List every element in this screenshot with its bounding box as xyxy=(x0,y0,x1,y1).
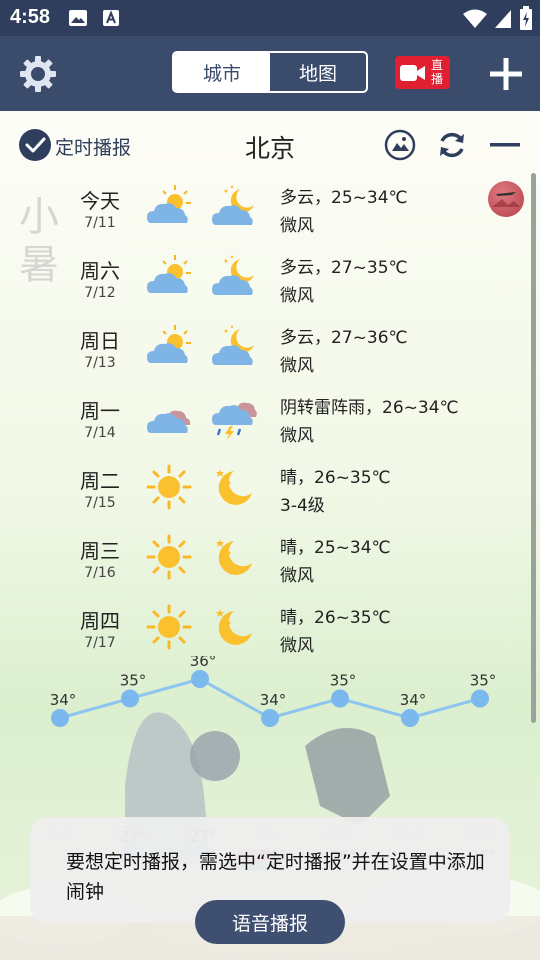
view-segmented-control: 城市 地图 xyxy=(172,51,368,93)
temp-point xyxy=(51,709,69,727)
forecast-row[interactable]: 周三 7/16 晴，25~34℃ 微风 xyxy=(0,531,540,601)
toast-text: 要想定时播报，需选中“定时播报”并在设置中添加闹钟 xyxy=(66,851,485,903)
day-name: 周一 xyxy=(80,399,120,423)
forecast-desc: 晴，25~34℃ xyxy=(280,538,391,558)
voice-broadcast-button[interactable]: 语音播报 xyxy=(195,900,345,944)
day-name: 周日 xyxy=(80,329,120,353)
temp-label: 36° xyxy=(190,656,217,670)
temp-point xyxy=(401,709,419,727)
forecast-wind: 微风 xyxy=(280,426,314,446)
live-label: 直播 xyxy=(430,58,443,86)
forecast-wind: 微风 xyxy=(280,636,314,656)
forecast-desc: 晴，26~35℃ xyxy=(280,608,391,628)
day-date: 7/13 xyxy=(84,355,116,371)
refresh-icon[interactable] xyxy=(436,129,468,161)
top-toolbar: 城市 地图 直播 xyxy=(0,36,540,111)
sunny-icon xyxy=(146,604,192,650)
day-date: 7/15 xyxy=(84,495,116,511)
status-time: 4:58 xyxy=(10,6,51,28)
status-bar: 4:58 xyxy=(0,0,540,36)
cloudy-night-icon xyxy=(212,325,254,365)
day-name: 今天 xyxy=(80,189,120,213)
cloudy-night-icon xyxy=(212,255,254,295)
clear-night-icon xyxy=(216,539,252,575)
forecast-row[interactable]: 周六 7/12 多云，27~35℃ 微风 xyxy=(0,251,540,321)
forecast-desc: 多云，27~35℃ xyxy=(280,258,408,278)
overcast-icon xyxy=(147,410,191,433)
forecast-desc: 晴，26~35℃ xyxy=(280,468,391,488)
forecast-wind: 微风 xyxy=(280,356,314,376)
temp-point xyxy=(121,689,139,708)
tab-map[interactable]: 地图 xyxy=(270,53,366,91)
temp-label: 34° xyxy=(400,691,427,709)
clear-night-icon xyxy=(216,469,252,505)
day-date: 7/14 xyxy=(84,425,116,441)
day-date: 7/16 xyxy=(84,565,116,581)
temp-point xyxy=(471,689,489,708)
signal-icon xyxy=(495,10,511,28)
temp-point xyxy=(261,709,279,727)
forecast-row[interactable]: 周日 7/13 多云，27~36℃ 微风 xyxy=(0,321,540,391)
sunny-icon xyxy=(146,464,192,510)
wifi-icon xyxy=(463,9,487,28)
forecast-wind: 微风 xyxy=(280,286,314,306)
temp-label: 34° xyxy=(260,691,287,709)
day-name: 周二 xyxy=(80,469,120,493)
city-header: 定时播报 北京 xyxy=(0,111,540,179)
temp-label: 34° xyxy=(50,691,77,709)
battery-icon xyxy=(520,6,532,30)
tab-city[interactable]: 城市 xyxy=(174,53,270,91)
day-date: 7/12 xyxy=(84,285,116,301)
live-stream-button[interactable]: 直播 xyxy=(395,56,450,89)
day-name: 周六 xyxy=(80,259,120,283)
day-date: 7/11 xyxy=(84,215,116,231)
remove-city-minus-icon[interactable] xyxy=(489,129,521,161)
partly-cloudy-icon xyxy=(147,185,191,223)
sunny-icon xyxy=(146,534,192,580)
forecast-desc: 阴转雷阵雨，26~34℃ xyxy=(280,398,459,418)
forecast-row[interactable]: 今天 7/11 多云，25~34℃ 微风 xyxy=(0,181,540,251)
add-city-plus-icon[interactable] xyxy=(488,56,524,92)
temp-point xyxy=(331,689,349,708)
forecast-desc: 多云，27~36℃ xyxy=(280,328,408,348)
forecast-wind: 微风 xyxy=(280,566,314,586)
day-name: 周三 xyxy=(80,539,120,563)
settings-gear-icon[interactable] xyxy=(18,54,58,94)
thunderstorm-icon xyxy=(212,402,257,440)
forecast-desc: 多云，25~34℃ xyxy=(280,188,408,208)
cloudy-night-icon xyxy=(212,185,254,225)
clear-night-icon xyxy=(216,609,252,645)
text-notification-icon xyxy=(103,10,119,26)
weather-content: 定时播报 北京 小暑 今天 7/11 多云，25~34℃ 微风 周六 7/12 … xyxy=(0,111,540,960)
temp-label: 35° xyxy=(330,672,357,690)
partly-cloudy-icon xyxy=(147,325,191,363)
day-date: 7/17 xyxy=(84,635,116,651)
forecast-row[interactable]: 周二 7/15 晴，26~35℃ 3-4级 xyxy=(0,461,540,531)
day-name: 周四 xyxy=(80,609,120,633)
temp-label: 35° xyxy=(470,672,497,690)
partly-cloudy-icon xyxy=(147,255,191,293)
temp-label: 35° xyxy=(120,672,147,690)
forecast-wind: 微风 xyxy=(280,216,314,236)
temp-point xyxy=(191,670,209,688)
image-notification-icon xyxy=(69,10,87,26)
video-camera-icon xyxy=(400,65,425,81)
background-image-icon[interactable] xyxy=(384,129,416,161)
forecast-row[interactable]: 周一 7/14 阴转雷阵雨，26~34℃ 微风 xyxy=(0,391,540,461)
forecast-wind: 3-4级 xyxy=(280,496,325,516)
